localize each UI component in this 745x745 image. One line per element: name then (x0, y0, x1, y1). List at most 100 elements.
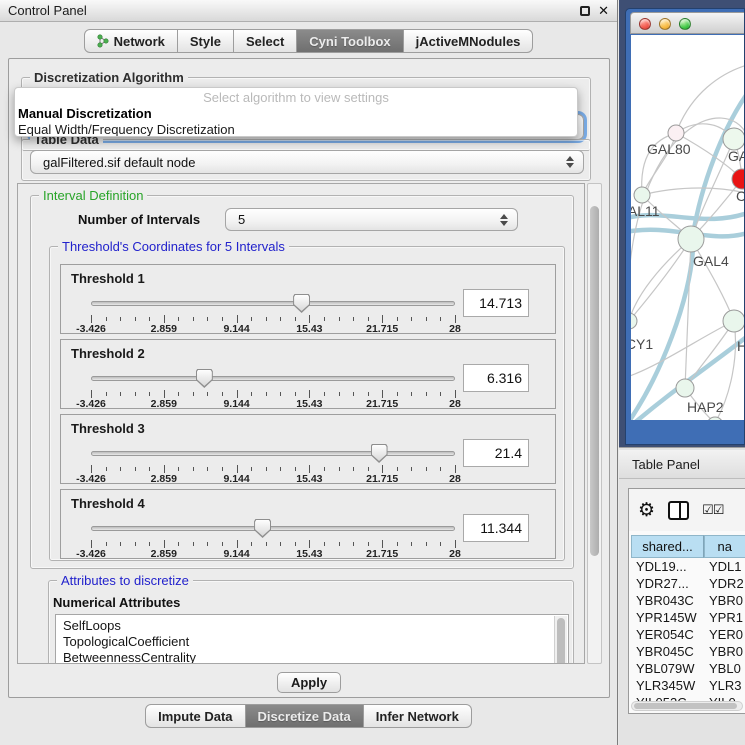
threshold-slider[interactable]: -3.4262.8599.14415.4321.71528 (91, 368, 455, 408)
tab-impute-data[interactable]: Impute Data (145, 704, 245, 728)
table-cell-name[interactable]: YBR0 (704, 643, 745, 660)
table-cell-name[interactable]: YDL1 (704, 558, 745, 575)
network-node-gal4[interactable] (678, 226, 704, 252)
column-header-name[interactable]: na (704, 535, 745, 558)
network-canvas[interactable]: GAL80GACGAL11GAL4GCY1HHAP2 (631, 35, 744, 420)
threshold-slider[interactable]: -3.4262.8599.14415.4321.71528 (91, 518, 455, 558)
network-node-gal11[interactable] (634, 187, 650, 203)
table-row[interactable]: YDR27...YDR2 (631, 575, 745, 592)
network-window-titlebar[interactable] (630, 12, 744, 34)
network-edge[interactable] (691, 239, 734, 321)
table-cell-name[interactable]: YBL0 (704, 660, 745, 677)
table-cell-shared-name[interactable]: YBL079W (631, 660, 704, 677)
slider-thumb[interactable] (254, 519, 271, 538)
network-node-gcy1[interactable] (631, 313, 637, 329)
network-icon (97, 34, 109, 48)
list-scrollbar[interactable] (554, 616, 567, 664)
table-panel-titlebar[interactable]: Table Panel (619, 450, 745, 479)
dropdown-option-manual-discretization[interactable]: Manual Discretization (15, 106, 577, 122)
table-cell-shared-name[interactable]: YER054C (631, 626, 704, 643)
attribute-list-item[interactable]: BetweennessCentrality (56, 650, 568, 664)
horizontal-scrollbar[interactable] (631, 701, 743, 711)
tick-mark (440, 317, 441, 321)
table-cell-name[interactable]: YBR0 (704, 592, 745, 609)
table-cell-shared-name[interactable]: YDR27... (631, 575, 704, 592)
threshold-slider[interactable]: -3.4262.8599.14415.4321.71528 (91, 443, 455, 483)
tick-label: 9.144 (223, 548, 249, 560)
tab-style[interactable]: Style (178, 29, 234, 53)
tick-mark (120, 467, 121, 471)
dropdown-option-equal-width[interactable]: Equal Width/Frequency Discretization (15, 122, 577, 137)
vertical-scrollbar-thumb[interactable] (590, 206, 599, 556)
tab-select[interactable]: Select (234, 29, 297, 53)
table-cell-shared-name[interactable]: YDL19... (631, 558, 704, 575)
table-row[interactable]: YER054CYER0 (631, 626, 745, 643)
slider-ticks (91, 315, 455, 323)
interval-definition-group-title: Interval Definition (39, 188, 147, 203)
tab-discretize-data[interactable]: Discretize Data (246, 704, 364, 728)
table-data-select[interactable]: galFiltered.sif default node (30, 150, 584, 174)
tab-jactivemnodules[interactable]: jActiveMNodules (404, 29, 534, 53)
attribute-list-item[interactable]: TopologicalCoefficient (56, 634, 568, 650)
table-row[interactable]: YLR345WYLR3 (631, 677, 745, 694)
cyni-toolbox-panel: Discretization Algorithm Select algorith… (8, 58, 610, 698)
tick-mark (455, 315, 456, 323)
horizontal-scrollbar-thumb[interactable] (634, 703, 737, 709)
tick-mark (178, 392, 179, 396)
network-node-h[interactable] (723, 310, 744, 332)
tab-cyni-toolbox[interactable]: Cyni Toolbox (297, 29, 403, 53)
network-node-hap2[interactable] (676, 379, 694, 397)
close-icon[interactable]: ✕ (598, 4, 609, 17)
tab-infer-network[interactable]: Infer Network (364, 704, 472, 728)
network-edge[interactable] (676, 65, 744, 133)
spinner-up-icon (500, 214, 508, 219)
tick-mark (222, 317, 223, 321)
float-window-icon[interactable] (580, 6, 590, 16)
tick-mark (280, 467, 281, 471)
threshold-value-field[interactable]: 14.713 (463, 289, 529, 317)
gear-icon[interactable]: ⚙ (638, 501, 655, 520)
threshold-value-field[interactable]: 21.4 (463, 439, 529, 467)
table-cell-name[interactable]: YLR3 (704, 677, 745, 694)
dropdown-option-prompt[interactable]: Select algorithm to view settings (15, 90, 577, 106)
table-cell-name[interactable]: YPR1 (704, 609, 745, 626)
table-row[interactable]: YPR145WYPR1 (631, 609, 745, 626)
tick-mark (207, 317, 208, 321)
threshold-value-field[interactable]: 11.344 (463, 514, 529, 542)
slider-thumb[interactable] (293, 294, 310, 313)
threshold-slider[interactable]: -3.4262.8599.14415.4321.71528 (91, 293, 455, 333)
table-cell-shared-name[interactable]: YBR045C (631, 643, 704, 660)
table-cell-name[interactable]: YER0 (704, 626, 745, 643)
tick-label: 28 (449, 548, 461, 560)
network-node[interactable] (723, 128, 744, 150)
slider-thumb[interactable] (371, 444, 388, 463)
apply-button[interactable]: Apply (277, 672, 341, 693)
network-node-gal80[interactable] (668, 125, 684, 141)
number-of-intervals-select[interactable]: 5 (225, 208, 518, 231)
vertical-scrollbar[interactable] (587, 183, 602, 664)
table-row[interactable]: YDL19...YDL1 (631, 558, 745, 575)
network-window[interactable]: GAL80GACGAL11GAL4GCY1HHAP2 (625, 8, 745, 445)
table-cell-shared-name[interactable]: YBR043C (631, 592, 704, 609)
numerical-attributes-list[interactable]: SelfLoopsTopologicalCoefficientBetweenne… (55, 614, 569, 664)
table-cell-shared-name[interactable]: YLR345W (631, 677, 704, 694)
table-cell-name[interactable]: YDR2 (704, 575, 745, 592)
tick-label: -3.426 (76, 548, 106, 560)
column-header-shared-name[interactable]: shared... (631, 535, 704, 558)
tab-network[interactable]: Network (84, 29, 178, 53)
minimize-traffic-light-icon[interactable] (659, 18, 671, 30)
table-row[interactable]: YBR045CYBR0 (631, 643, 745, 660)
zoom-traffic-light-icon[interactable] (679, 18, 691, 30)
threshold-value-field[interactable]: 6.316 (463, 364, 529, 392)
slider-thumb[interactable] (196, 369, 213, 388)
attribute-list-item[interactable]: SelfLoops (56, 618, 568, 634)
network-edge[interactable] (685, 239, 691, 388)
table-row[interactable]: YBR043CYBR0 (631, 592, 745, 609)
split-table-icon[interactable] (668, 501, 689, 520)
close-traffic-light-icon[interactable] (639, 18, 651, 30)
table-row[interactable]: YBL079WYBL0 (631, 660, 745, 677)
column-checkboxes-icon[interactable]: ☑☑ (702, 502, 723, 518)
interval-definition-group: Interval Definition Number of Intervals … (30, 195, 574, 569)
table-cell-shared-name[interactable]: YPR145W (631, 609, 704, 626)
network-edge[interactable] (642, 188, 744, 195)
